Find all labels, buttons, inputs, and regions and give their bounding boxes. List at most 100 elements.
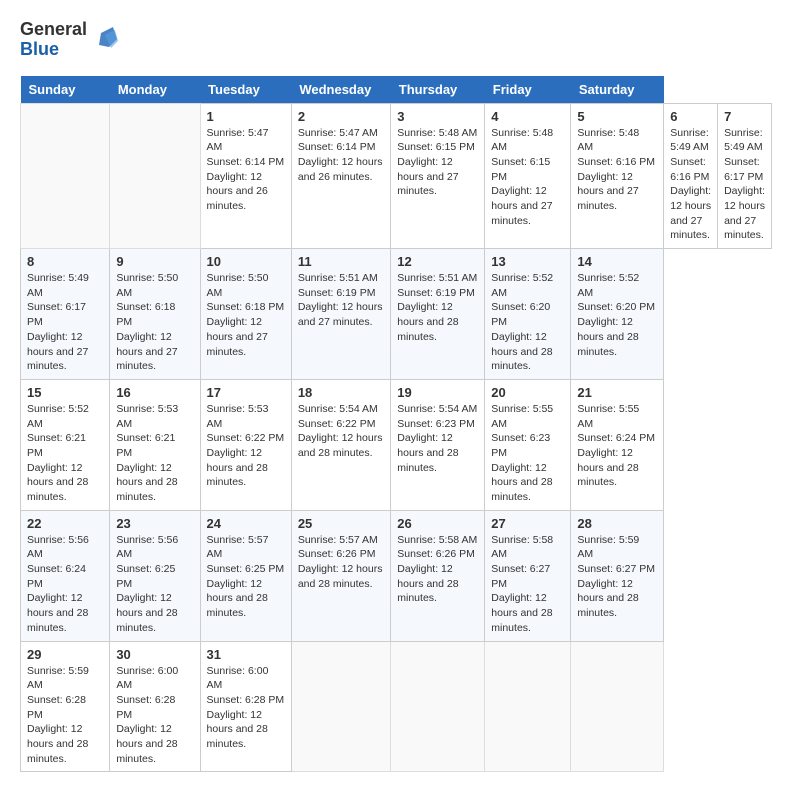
calendar-cell: 11 Sunrise: 5:51 AMSunset: 6:19 PMDayligh… — [291, 249, 390, 380]
calendar-cell: 21 Sunrise: 5:55 AMSunset: 6:24 PMDayligh… — [571, 379, 664, 510]
calendar-cell-empty — [110, 103, 200, 249]
day-info: Sunrise: 5:58 AMSunset: 6:26 PMDaylight:… — [397, 533, 478, 606]
weekday-friday: Friday — [485, 76, 571, 104]
day-info: Sunrise: 5:49 AMSunset: 6:17 PMDaylight:… — [27, 271, 103, 374]
day-info: Sunrise: 5:58 AMSunset: 6:27 PMDaylight:… — [491, 533, 564, 636]
day-info: Sunrise: 5:51 AMSunset: 6:19 PMDaylight:… — [298, 271, 384, 330]
day-info: Sunrise: 5:50 AMSunset: 6:18 PMDaylight:… — [116, 271, 193, 374]
day-info: Sunrise: 5:56 AMSunset: 6:25 PMDaylight:… — [116, 533, 193, 636]
day-number: 28 — [577, 516, 657, 531]
day-number: 6 — [670, 109, 711, 124]
day-number: 11 — [298, 254, 384, 269]
calendar-cell: 7Sunrise: 5:49 AMSunset: 6:17 PMDaylight… — [718, 103, 772, 249]
day-info: Sunrise: 5:56 AMSunset: 6:24 PMDaylight:… — [27, 533, 103, 636]
day-number: 16 — [116, 385, 193, 400]
day-info: Sunrise: 5:59 AMSunset: 6:27 PMDaylight:… — [577, 533, 657, 621]
day-number: 24 — [207, 516, 285, 531]
day-number: 5 — [577, 109, 657, 124]
calendar-cell: 12Sunrise: 5:51 AMSunset: 6:19 PMDayligh… — [391, 249, 485, 380]
week-row-4: 22 Sunrise: 5:56 AMSunset: 6:24 PMDayligh… — [21, 510, 772, 641]
week-row-1: 1 Sunrise: 5:47 AMSunset: 6:14 PMDaylight… — [21, 103, 772, 249]
day-info: Sunrise: 5:48 AMSunset: 6:16 PMDaylight:… — [577, 126, 657, 214]
day-number: 25 — [298, 516, 384, 531]
calendar-cell: 2 Sunrise: 5:47 AMSunset: 6:14 PMDaylight… — [291, 103, 390, 249]
day-number: 13 — [491, 254, 564, 269]
day-info: Sunrise: 5:52 AMSunset: 6:21 PMDaylight:… — [27, 402, 103, 505]
day-number: 2 — [298, 109, 384, 124]
day-number: 21 — [577, 385, 657, 400]
calendar-cell: 19Sunrise: 5:54 AMSunset: 6:23 PMDayligh… — [391, 379, 485, 510]
day-number: 18 — [298, 385, 384, 400]
calendar-cell: 4 Sunrise: 5:48 AMSunset: 6:15 PMDaylight… — [485, 103, 571, 249]
day-number: 31 — [207, 647, 285, 662]
day-info: Sunrise: 5:52 AMSunset: 6:20 PMDaylight:… — [491, 271, 564, 374]
day-number: 23 — [116, 516, 193, 531]
logo-blue: Blue — [20, 39, 59, 59]
calendar-cell: 30 Sunrise: 6:00 AMSunset: 6:28 PMDayligh… — [110, 641, 200, 772]
week-row-3: 15 Sunrise: 5:52 AMSunset: 6:21 PMDayligh… — [21, 379, 772, 510]
weekday-thursday: Thursday — [391, 76, 485, 104]
day-info: Sunrise: 5:53 AMSunset: 6:21 PMDaylight:… — [116, 402, 193, 505]
day-number: 27 — [491, 516, 564, 531]
calendar-table: SundayMondayTuesdayWednesdayThursdayFrid… — [20, 76, 772, 773]
day-number: 15 — [27, 385, 103, 400]
day-number: 1 — [207, 109, 285, 124]
calendar-cell: 31Sunrise: 6:00 AMSunset: 6:28 PMDayligh… — [200, 641, 291, 772]
day-info: Sunrise: 5:47 AMSunset: 6:14 PMDaylight:… — [207, 126, 285, 214]
day-number: 9 — [116, 254, 193, 269]
calendar-cell: 10 Sunrise: 5:50 AMSunset: 6:18 PMDayligh… — [200, 249, 291, 380]
day-number: 12 — [397, 254, 478, 269]
day-number: 10 — [207, 254, 285, 269]
day-number: 29 — [27, 647, 103, 662]
day-number: 17 — [207, 385, 285, 400]
day-number: 26 — [397, 516, 478, 531]
calendar-cell: 26 Sunrise: 5:58 AMSunset: 6:26 PMDayligh… — [391, 510, 485, 641]
day-info: Sunrise: 5:52 AMSunset: 6:20 PMDaylight:… — [577, 271, 657, 359]
weekday-monday: Monday — [110, 76, 200, 104]
calendar-cell-empty — [21, 103, 110, 249]
weekday-wednesday: Wednesday — [291, 76, 390, 104]
calendar-cell — [391, 641, 485, 772]
day-info: Sunrise: 6:00 AMSunset: 6:28 PMDaylight:… — [116, 664, 193, 767]
calendar-cell: 14 Sunrise: 5:52 AMSunset: 6:20 PMDayligh… — [571, 249, 664, 380]
calendar-cell: 13 Sunrise: 5:52 AMSunset: 6:20 PMDayligh… — [485, 249, 571, 380]
day-number: 14 — [577, 254, 657, 269]
logo-icon — [91, 25, 121, 55]
day-info: Sunrise: 5:47 AMSunset: 6:14 PMDaylight:… — [298, 126, 384, 185]
weekday-saturday: Saturday — [571, 76, 664, 104]
day-info: Sunrise: 5:48 AMSunset: 6:15 PMDaylight:… — [397, 126, 478, 199]
calendar-cell: 29 Sunrise: 5:59 AMSunset: 6:28 PMDayligh… — [21, 641, 110, 772]
calendar-cell — [571, 641, 664, 772]
weekday-sunday: Sunday — [21, 76, 110, 104]
day-number: 22 — [27, 516, 103, 531]
week-row-2: 8 Sunrise: 5:49 AMSunset: 6:17 PMDaylight… — [21, 249, 772, 380]
day-number: 8 — [27, 254, 103, 269]
day-number: 4 — [491, 109, 564, 124]
calendar-cell: 24Sunrise: 5:57 AMSunset: 6:25 PMDayligh… — [200, 510, 291, 641]
weekday-tuesday: Tuesday — [200, 76, 291, 104]
day-info: Sunrise: 5:55 AMSunset: 6:23 PMDaylight:… — [491, 402, 564, 505]
day-info: Sunrise: 5:50 AMSunset: 6:18 PMDaylight:… — [207, 271, 285, 359]
calendar-cell: 25 Sunrise: 5:57 AMSunset: 6:26 PMDayligh… — [291, 510, 390, 641]
day-info: Sunrise: 5:53 AMSunset: 6:22 PMDaylight:… — [207, 402, 285, 490]
page-header: General Blue — [20, 20, 772, 60]
calendar-cell: 17 Sunrise: 5:53 AMSunset: 6:22 PMDayligh… — [200, 379, 291, 510]
week-row-5: 29 Sunrise: 5:59 AMSunset: 6:28 PMDayligh… — [21, 641, 772, 772]
day-number: 20 — [491, 385, 564, 400]
calendar-cell: 22 Sunrise: 5:56 AMSunset: 6:24 PMDayligh… — [21, 510, 110, 641]
day-number: 30 — [116, 647, 193, 662]
logo-general: General — [20, 19, 87, 39]
day-info: Sunrise: 5:55 AMSunset: 6:24 PMDaylight:… — [577, 402, 657, 490]
calendar-cell: 1 Sunrise: 5:47 AMSunset: 6:14 PMDaylight… — [200, 103, 291, 249]
calendar-cell — [485, 641, 571, 772]
day-info: Sunrise: 5:57 AMSunset: 6:26 PMDaylight:… — [298, 533, 384, 592]
day-info: Sunrise: 5:59 AMSunset: 6:28 PMDaylight:… — [27, 664, 103, 767]
calendar-cell — [291, 641, 390, 772]
calendar-cell: 20 Sunrise: 5:55 AMSunset: 6:23 PMDayligh… — [485, 379, 571, 510]
calendar-cell: 5 Sunrise: 5:48 AMSunset: 6:16 PMDaylight… — [571, 103, 664, 249]
logo: General Blue — [20, 20, 121, 60]
calendar-cell: 3Sunrise: 5:48 AMSunset: 6:15 PMDaylight… — [391, 103, 485, 249]
calendar-cell: 6Sunrise: 5:49 AMSunset: 6:16 PMDaylight… — [664, 103, 718, 249]
day-info: Sunrise: 5:48 AMSunset: 6:15 PMDaylight:… — [491, 126, 564, 229]
calendar-cell: 16 Sunrise: 5:53 AMSunset: 6:21 PMDayligh… — [110, 379, 200, 510]
